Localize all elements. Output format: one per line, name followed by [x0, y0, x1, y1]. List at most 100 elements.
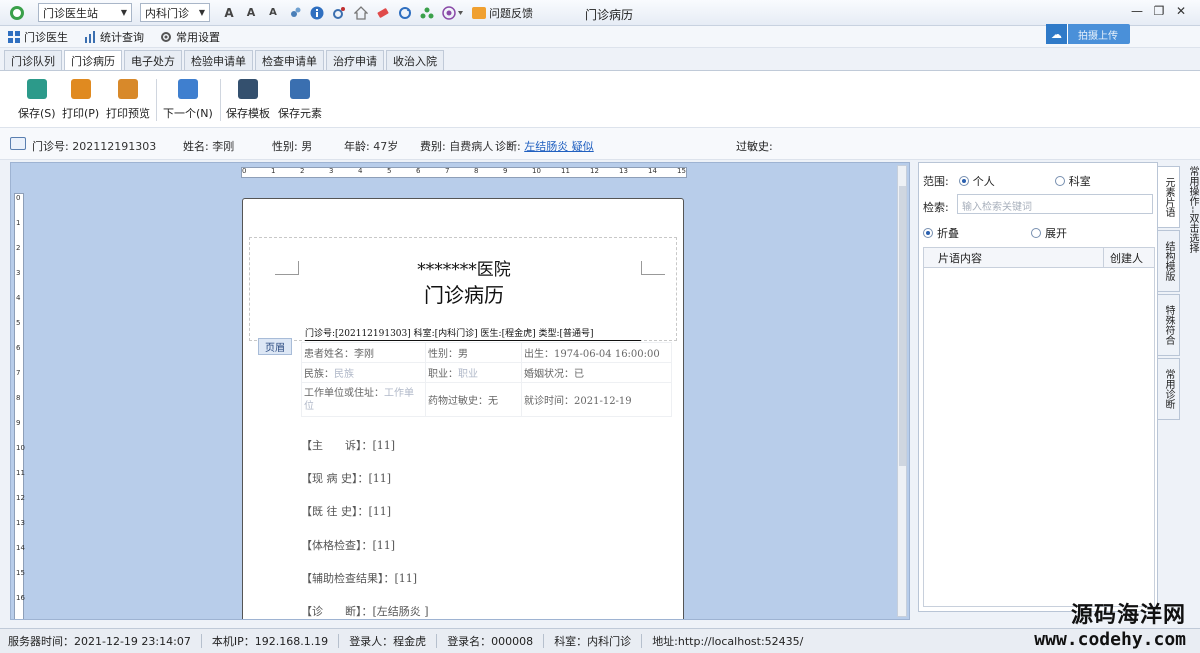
field-marital[interactable]: 婚姻状况：已 [521, 362, 672, 383]
col-content[interactable]: 片语内容 [924, 247, 1104, 268]
maximize-icon[interactable]: ❐ [1148, 4, 1170, 18]
font-increase-icon[interactable]: A [221, 5, 237, 21]
nav-item-stats[interactable]: 统计查询 [84, 29, 144, 45]
upload-button[interactable]: ☁ 拍摄上传 [1046, 24, 1130, 44]
ruler-tick: 2 [300, 167, 305, 175]
print-preview-button[interactable]: 打印预览 [106, 79, 150, 121]
element-list-icon [290, 79, 310, 99]
home-icon[interactable] [353, 5, 369, 21]
radio-unchecked-icon [1031, 228, 1041, 238]
patient-allergy: 过敏史: [736, 140, 773, 153]
tab-exam-request[interactable]: 检查申请单 [255, 50, 324, 70]
minimize-icon[interactable]: — [1126, 4, 1148, 18]
tab-queue[interactable]: 门诊队列 [4, 50, 62, 70]
fold-radio[interactable]: 折叠 [923, 225, 959, 241]
field-patient-name[interactable]: 患者姓名：李刚 [301, 342, 426, 363]
expand-radio[interactable]: 展开 [1031, 225, 1067, 241]
table-row: 患者姓名：李刚 性别：男 出生：1974-06-04 16:00:00 [301, 342, 672, 363]
scope-personal-radio[interactable]: 个人 [958, 173, 995, 189]
print-button[interactable]: 打印(P) [62, 79, 99, 121]
ruler-tick: 13 [16, 519, 25, 527]
refresh-icon[interactable] [397, 5, 413, 21]
tab-treatment-request[interactable]: 治疗申请 [326, 50, 384, 70]
section-chief-complaint[interactable]: 【主 诉】：[11] [301, 437, 395, 453]
station-select[interactable]: 门诊医生站 ▼ [38, 3, 132, 22]
save-template-button[interactable]: 保存模板 [226, 79, 270, 121]
font-normal-icon[interactable]: A [243, 5, 259, 21]
field-occupation[interactable]: 职业：职业 [425, 362, 522, 383]
table-row: 工作单位或住址：工作单位 药物过敏史：无 就诊时间：2021-12-19 [301, 382, 672, 417]
tab-admission[interactable]: 收治入院 [386, 50, 444, 70]
ruler-tick: 12 [16, 494, 25, 502]
feedback-button[interactable]: 问题反馈 [472, 5, 533, 21]
server-address: 地址:http://localhost:52435/ [652, 635, 804, 648]
status-dept: 科室：内科门诊 [554, 635, 632, 648]
tool-icon[interactable] [287, 5, 303, 21]
save-button[interactable]: 保存(S) [18, 79, 56, 121]
radio-checked-icon [958, 176, 969, 186]
ruler-tick: 1 [271, 167, 276, 175]
dept-select[interactable]: 内科门诊 ▼ [140, 3, 210, 22]
floppy-icon [238, 79, 258, 99]
module-tabs: 门诊队列 门诊病历 电子处方 检验申请单 检查申请单 治疗申请 收治入院 [4, 50, 446, 70]
scrollbar-thumb[interactable] [899, 186, 906, 466]
ruler-tick: 7 [16, 369, 21, 377]
diagnosis-link[interactable]: 左结肠炎 疑似 [524, 140, 594, 153]
app-logo-icon [10, 5, 24, 20]
tab-record[interactable]: 门诊病历 [64, 50, 122, 70]
next-icon [177, 79, 198, 99]
ruler-tick: 11 [16, 469, 25, 477]
ruler-tick: 14 [648, 167, 657, 175]
ruler-tick: 7 [445, 167, 450, 175]
close-icon[interactable]: ✕ [1170, 4, 1192, 18]
visit-number: 门诊号: 202112191303 [32, 140, 157, 153]
field-gender[interactable]: 性别：男 [425, 342, 522, 363]
field-drug-allergy[interactable]: 药物过敏史：无 [425, 382, 522, 417]
nav-item-doctor[interactable]: 门诊医生 [8, 29, 68, 45]
col-creator[interactable]: 创建人 [1104, 250, 1143, 266]
hospital-name: *******医院 [417, 260, 511, 280]
patient-fee-type: 费别: 自费病人 [420, 140, 494, 153]
scope-dept-radio[interactable]: 科室 [1054, 173, 1091, 189]
common-ops-tab[interactable]: 常用操作--双击选择 [1184, 166, 1200, 253]
section-past-history[interactable]: 【既 往 史】：[11] [301, 503, 391, 519]
tab-structure-templates[interactable]: 结构模版 [1158, 230, 1180, 292]
font-decrease-icon[interactable]: A [265, 5, 281, 21]
nav-bar: 门诊医生 统计查询 常用设置 [0, 26, 1200, 48]
field-visit-time[interactable]: 就诊时间：2021-12-19 [521, 382, 672, 417]
next-button[interactable]: 下一个(N) [163, 79, 213, 121]
tab-common-diagnosis[interactable]: 常用诊断 [1158, 358, 1180, 420]
phrase-search-input[interactable]: 输入检索关键词 [957, 194, 1153, 214]
ruler-tick: 15 [677, 167, 686, 175]
record-title: 门诊病历 [424, 283, 504, 307]
editor-scrollbar[interactable] [897, 165, 907, 617]
document-editor[interactable]: 0 1 2 3 4 5 6 7 8 9 10 11 12 13 14 15 0 1 2 3 4 5 6 7 8 9 10 11 12 1… [10, 162, 910, 620]
tab-lab-request[interactable]: 检验申请单 [184, 50, 253, 70]
ruler-tick: 13 [619, 167, 628, 175]
section-physical-exam[interactable]: 【体格检查】：[11] [301, 537, 395, 553]
section-diagnosis[interactable]: 【诊 断】：[左结肠炎 ] [301, 603, 429, 619]
field-ethnicity[interactable]: 民族：民族 [301, 362, 426, 383]
record-page[interactable]: *******医院 门诊病历 门诊号:[202112191303] 科室:[内科… [242, 198, 684, 619]
theme-icon[interactable] [441, 5, 465, 21]
tab-element-phrases[interactable]: 元素片语 [1158, 166, 1180, 228]
tab-special-symbols[interactable]: 特殊符合 [1158, 294, 1180, 356]
section-present-illness[interactable]: 【现 病 史】：[11] [301, 470, 391, 486]
grid-icon [8, 30, 20, 43]
phrase-grid[interactable]: 片语内容 创建人 [923, 247, 1155, 607]
field-workplace[interactable]: 工作单位或住址：工作单位 [301, 382, 426, 417]
eraser-icon[interactable] [375, 5, 391, 21]
patient-card-icon [10, 137, 26, 150]
visit-info-line: 门诊号:[202112191303] 科室:[内科门诊] 医生:[程金虎] 类型… [305, 326, 641, 341]
nav-item-settings[interactable]: 常用设置 [160, 29, 220, 45]
chart-icon [85, 30, 95, 43]
ruler-tick: 3 [16, 269, 21, 277]
tab-prescription[interactable]: 电子处方 [124, 50, 182, 70]
section-aux-exam[interactable]: 【辅助检查结果】：[11] [301, 570, 417, 586]
save-element-button[interactable]: 保存元素 [278, 79, 322, 121]
patient-name: 姓名: 李刚 [183, 140, 235, 153]
settings-icon[interactable] [331, 5, 347, 21]
info-icon[interactable] [309, 5, 325, 21]
network-icon[interactable] [419, 5, 435, 21]
field-birth[interactable]: 出生：1974-06-04 16:00:00 [521, 342, 672, 363]
